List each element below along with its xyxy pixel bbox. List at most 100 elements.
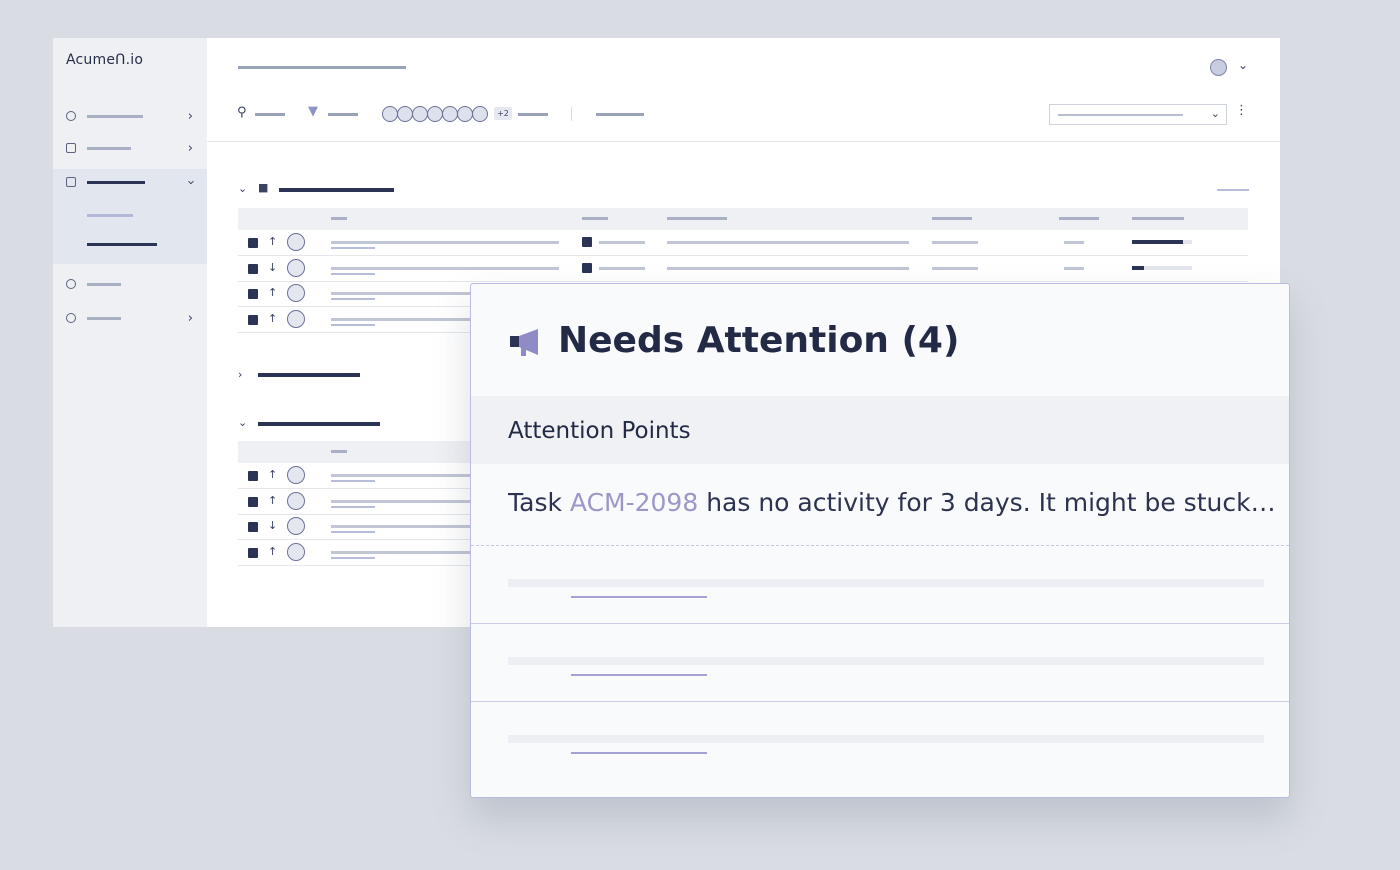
sidebar-subitem-2[interactable] <box>87 243 157 246</box>
sidebar-item-3[interactable]: › <box>53 170 207 194</box>
assignee-avatar[interactable] <box>412 106 428 122</box>
progress-bar <box>1132 240 1192 244</box>
toolbar-link[interactable] <box>596 113 644 116</box>
section-title-2 <box>258 373 360 377</box>
progress-fill <box>1132 240 1183 244</box>
assignee-avatar[interactable] <box>287 233 305 251</box>
sidebar-subitem-1[interactable] <box>87 214 133 217</box>
placeholder-link[interactable] <box>571 674 707 676</box>
attention-item-placeholder <box>471 624 1289 702</box>
sidebar-item-label <box>87 316 121 320</box>
column-header <box>1059 217 1099 220</box>
column-header <box>667 217 727 220</box>
sidebar-item-5[interactable]: › <box>53 306 207 330</box>
filter-icon[interactable]: ▼ <box>308 104 318 119</box>
row-checkbox[interactable] <box>248 471 258 481</box>
assignee-avatar[interactable] <box>287 517 305 535</box>
chevron-down-icon[interactable]: ⌄ <box>238 182 247 195</box>
row-checkbox[interactable] <box>248 314 258 325</box>
task-link[interactable] <box>331 323 375 326</box>
priority-arrow-icon: ↑ <box>268 468 278 481</box>
chevron-down-icon[interactable]: ⌄ <box>1238 58 1248 72</box>
row-checkbox[interactable] <box>248 522 258 532</box>
priority-arrow-icon: ↓ <box>268 260 278 274</box>
search-input[interactable] <box>255 113 285 116</box>
chevron-right-icon: › <box>187 140 193 156</box>
more-options-icon[interactable]: ⋮ <box>1235 103 1248 118</box>
assignee-avatar[interactable] <box>397 106 413 122</box>
sidebar-item-1[interactable]: › <box>53 104 207 128</box>
assignee-avatar[interactable] <box>457 106 473 122</box>
description-text <box>667 241 909 244</box>
task-title <box>331 266 559 270</box>
app-logo: AcumeՈ.io <box>66 52 144 68</box>
table-row[interactable]: ↑ <box>238 230 1248 256</box>
priority-arrow-icon: ↑ <box>268 286 278 299</box>
assignee-avatar[interactable] <box>287 466 305 484</box>
message-suffix: has no activity for 3 days. It might be … <box>698 488 1276 517</box>
placeholder-link[interactable] <box>571 752 707 754</box>
column-header <box>932 217 972 220</box>
placeholder-link[interactable] <box>571 596 707 598</box>
needs-attention-card: Needs Attention (4) Attention Points Tas… <box>470 283 1290 798</box>
column-header <box>331 450 347 453</box>
priority-arrow-icon: ↑ <box>268 493 278 507</box>
placeholder-text <box>508 735 1264 743</box>
chevron-right-icon: › <box>187 108 193 124</box>
sidebar-item-2[interactable]: › <box>53 136 207 160</box>
table-row[interactable]: ↓ <box>238 256 1248 282</box>
status-checkbox <box>582 237 592 247</box>
search-icon[interactable]: ⚲ <box>237 105 247 120</box>
placeholder-text <box>508 579 1264 587</box>
assignee-avatar[interactable] <box>287 258 305 277</box>
history-icon <box>66 111 76 121</box>
assignee-avatar[interactable] <box>287 284 305 302</box>
row-checkbox[interactable] <box>248 289 258 299</box>
task-link[interactable] <box>331 556 375 559</box>
assignee-avatar[interactable] <box>287 491 305 510</box>
message-prefix: Task <box>508 488 570 517</box>
attention-item-placeholder <box>471 702 1289 780</box>
more-assignees-badge[interactable]: +2 <box>494 107 512 120</box>
chevron-right-icon[interactable]: › <box>238 368 242 381</box>
assignee-avatar[interactable] <box>287 309 305 328</box>
task-link[interactable] <box>331 531 375 533</box>
sidebar-item-4[interactable] <box>53 272 207 296</box>
attention-points-label: Attention Points <box>508 418 691 444</box>
chevron-down-icon[interactable]: ⌄ <box>238 416 247 429</box>
view-select[interactable]: ⌄ <box>1049 104 1227 125</box>
megaphone-icon: ■ <box>258 181 269 194</box>
sidebar-item-label <box>87 180 145 184</box>
task-link[interactable] <box>331 247 375 249</box>
row-checkbox[interactable] <box>248 238 258 248</box>
status-text <box>599 266 645 270</box>
assignee-avatar[interactable] <box>442 106 458 122</box>
column-header <box>331 217 347 220</box>
assignee-avatar[interactable] <box>382 106 398 122</box>
status-checkbox <box>582 262 592 273</box>
row-checkbox[interactable] <box>248 496 258 507</box>
task-link[interactable] <box>331 298 375 300</box>
section-link[interactable] <box>1217 189 1249 191</box>
column-header <box>582 217 608 220</box>
task-link[interactable] <box>331 480 375 482</box>
user-avatar[interactable] <box>1210 59 1227 76</box>
filter-label[interactable] <box>328 113 358 116</box>
progress-fill <box>1132 265 1144 270</box>
sidebar-item-label <box>87 146 131 150</box>
task-link[interactable] <box>331 505 375 508</box>
task-title <box>331 241 559 244</box>
row-checkbox[interactable] <box>248 547 258 558</box>
task-link[interactable]: ACM-2098 <box>569 488 699 517</box>
image-icon <box>66 177 76 187</box>
assignee-avatar[interactable] <box>472 106 488 122</box>
task-link[interactable] <box>331 272 375 275</box>
attention-message: Task ACM-2098 has no activity for 3 days… <box>508 488 1278 517</box>
placeholder-text <box>508 657 1264 665</box>
megaphone-icon <box>510 329 538 356</box>
toolbar-divider <box>571 107 572 121</box>
row-checkbox[interactable] <box>248 263 258 274</box>
assignee-avatar[interactable] <box>287 542 305 561</box>
assignee-avatar[interactable] <box>427 106 443 122</box>
toolbar: ⚲ ▼ +2 ⌄ ⋮ <box>207 98 1280 142</box>
